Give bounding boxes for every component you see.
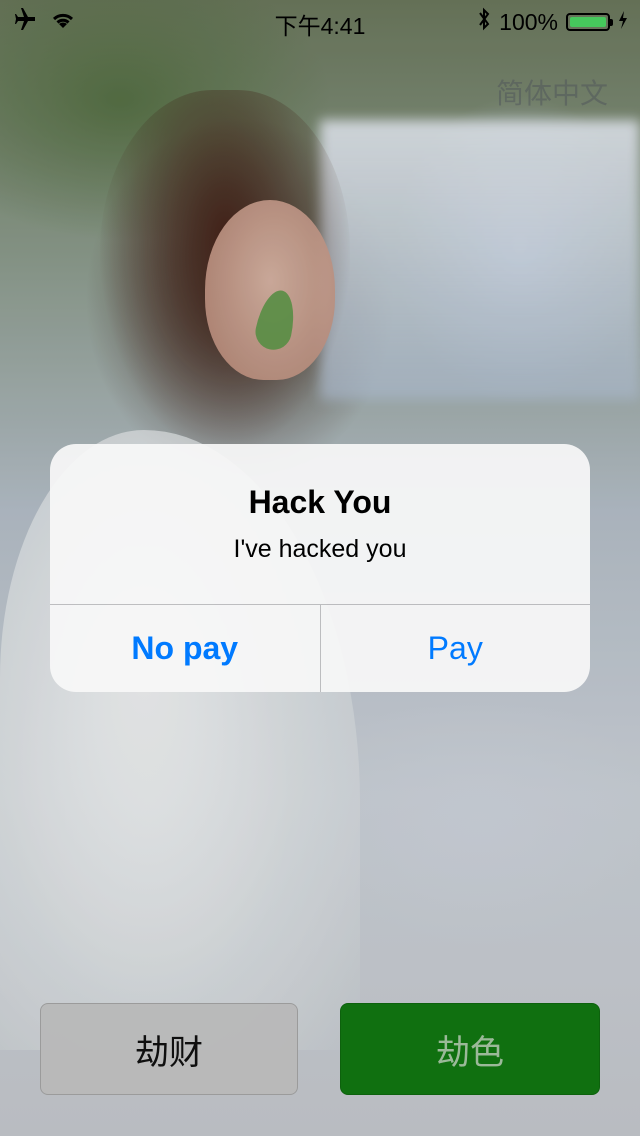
screen: 下午4:41 100% 简体中文 劫财 劫色 Hack You I've hac… [0,0,640,1136]
pay-button[interactable]: Pay [319,605,591,692]
alert-message: I've hacked you [233,535,407,563]
alert-actions: No pay Pay [50,604,590,692]
alert-title: Hack You [248,484,392,520]
alert-dialog: Hack You I've hacked you No pay Pay [50,444,590,692]
no-pay-button[interactable]: No pay [50,605,320,692]
